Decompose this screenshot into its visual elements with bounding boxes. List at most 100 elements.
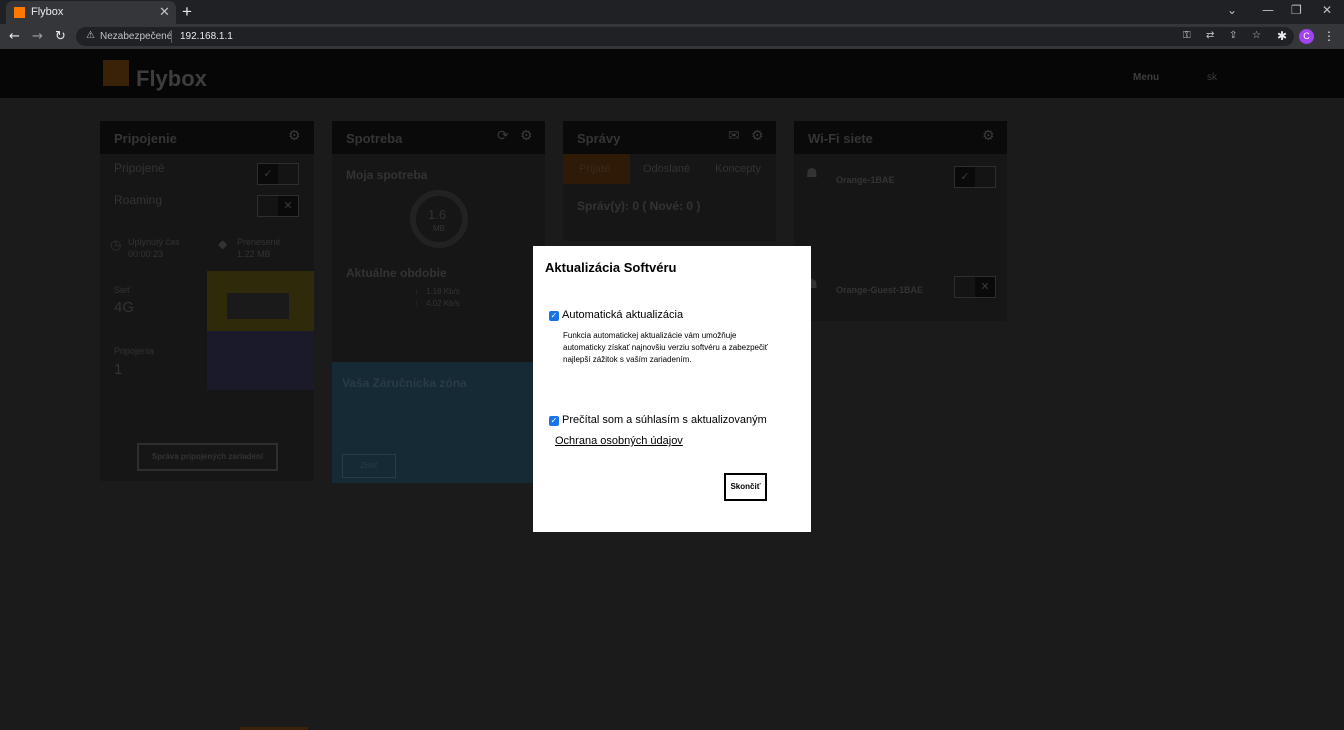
gauge-value: 1.6 [428, 207, 447, 222]
tab-drafts[interactable]: Koncepty [715, 163, 761, 175]
cross-icon: ✕ [975, 277, 995, 297]
card-header: Spotreba ⟳ ⚙ [332, 121, 545, 154]
auto-update-checkbox[interactable]: ✓ [549, 311, 559, 321]
network-label: Sieť [114, 285, 131, 295]
upload-arrow-icon: ↑ [414, 298, 419, 308]
connected-label: Pripojené [114, 161, 165, 175]
privacy-link[interactable]: Ochrana osobných údajov [555, 435, 683, 447]
wifi-1-toggle[interactable]: ✓ [954, 166, 996, 188]
check-icon: ✓ [955, 167, 975, 187]
wifi-network-1: Orange-1BAE [836, 175, 895, 185]
promo-title: Vaša Záručnícka zóna [342, 376, 467, 390]
tab-close-icon[interactable]: ✕ [159, 4, 170, 20]
menu-link[interactable]: Menu [1133, 72, 1159, 83]
wifi-users-icon: ☗ [806, 165, 818, 180]
profile-avatar[interactable]: C [1299, 29, 1314, 44]
share-icon[interactable]: ⇪ [1229, 30, 1237, 41]
my-usage-label: Moja spotreba [346, 168, 428, 182]
gear-icon[interactable]: ⚙ [520, 128, 533, 144]
roaming-toggle[interactable]: ✕ [257, 195, 299, 217]
upload-speed: 4.02 Kb/s [426, 299, 460, 308]
gear-icon[interactable]: ⚙ [751, 128, 764, 144]
key-icon[interactable]: ⚿ [1183, 30, 1191, 41]
usage-card: Spotreba ⟳ ⚙ Moja spotreba 1.6 MB Aktuál… [332, 121, 545, 483]
messages-count: Správ(y): 0 ( Nové: 0 ) [577, 199, 701, 213]
browser-toolbar: ← → ↻ ⚠ Nezabezpečené 192.168.1.1 ⚿ ⇄ ⇪ … [0, 24, 1344, 49]
translate-icon[interactable]: ⇄ [1206, 30, 1214, 41]
card-title: Spotreba [346, 131, 403, 146]
promo-banner: Vaša Záručnícka zóna Zistiť [332, 362, 545, 483]
transfer-label: Prenesené [237, 237, 281, 247]
download-arrow-icon: ↓ [414, 286, 419, 296]
router-shape [227, 293, 289, 319]
browser-tab[interactable]: Flybox ✕ [6, 1, 176, 24]
connection-toggle[interactable]: ✓ [257, 163, 299, 185]
software-update-dialog: Aktualizácia Softvéru ✓ Automatická aktu… [533, 246, 811, 532]
finish-button[interactable]: Skončiť [724, 473, 767, 501]
reload-icon[interactable]: ↻ [55, 29, 66, 44]
card-header: Správy ✉ ⚙ [563, 121, 776, 154]
tab-search-icon[interactable]: ⌄ [1227, 3, 1237, 17]
router-image [207, 271, 314, 331]
tab-inbox[interactable]: Prijaté [563, 154, 630, 184]
new-tab-button[interactable]: + [182, 2, 192, 22]
not-secure-label[interactable]: Nezabezpečené [100, 31, 172, 42]
check-icon: ✓ [258, 164, 278, 184]
bookmark-star-icon[interactable]: ☆ [1252, 30, 1261, 41]
browser-tab-strip: Flybox ✕ + ⌄ — ❐ ✕ [0, 0, 1344, 24]
minimize-icon[interactable]: — [1262, 3, 1274, 17]
card-header: Wi-Fi siete ⚙ [794, 121, 1007, 154]
card-title: Pripojenie [114, 131, 177, 146]
restore-icon[interactable]: ❐ [1291, 3, 1302, 17]
tab-title: Flybox [31, 6, 64, 18]
devices-value: 1 [114, 361, 123, 378]
back-icon[interactable]: ← [9, 29, 20, 44]
dialog-title: Aktualizácia Softvéru [545, 260, 677, 275]
gear-icon[interactable]: ⚙ [288, 128, 301, 144]
auto-update-label[interactable]: Automatická aktualizácia [562, 309, 683, 321]
devices-label: Pripojenia [114, 346, 155, 356]
promo-button[interactable]: Zistiť [342, 454, 396, 478]
site-header: Flybox Menu sk [0, 49, 1344, 98]
brand-name: Flybox [136, 66, 207, 91]
agree-label[interactable]: Prečítal som a súhlasím s aktualizovaným [562, 414, 767, 426]
not-secure-warning-icon[interactable]: ⚠ [86, 30, 95, 41]
gear-icon[interactable]: ⚙ [982, 128, 995, 144]
close-window-icon[interactable]: ✕ [1322, 3, 1332, 17]
wifi-network-2: Orange-Guest-1BAE [836, 285, 924, 295]
auto-update-description: Funkcia automatickej aktualizácie vám um… [563, 331, 768, 364]
wifi-2-toggle[interactable]: ✕ [954, 276, 996, 298]
gauge-unit: MB [433, 224, 445, 233]
orange-favicon-icon [14, 7, 25, 18]
roaming-label: Roaming [114, 193, 163, 207]
browser-menu-icon[interactable]: ⋮ [1323, 29, 1335, 43]
manage-devices-button[interactable]: Správa pripojených zariadení [137, 443, 278, 471]
wifi-card: Wi-Fi siete ⚙ ☗ Orange-1BAE ✓ ☗ Orange-G… [794, 121, 1007, 321]
forward-icon[interactable]: → [32, 29, 43, 44]
clock-icon: ◷ [110, 237, 122, 252]
url-divider [171, 30, 172, 43]
language-selector[interactable]: sk [1207, 72, 1217, 83]
orange-logo [103, 60, 129, 86]
url-text[interactable]: 192.168.1.1 [180, 31, 233, 42]
elapsed-time-value: 00:00:23 [128, 249, 164, 259]
cross-icon: ✕ [278, 196, 298, 216]
transfer-value: 1.22 MB [237, 249, 271, 259]
download-speed: 1.18 Kb/s [426, 287, 460, 296]
elapsed-time-label: Uplynutý čas [128, 237, 180, 247]
agree-checkbox[interactable]: ✓ [549, 416, 559, 426]
tab-sent[interactable]: Odoslané [643, 163, 690, 175]
period-label: Aktuálne obdobie [346, 266, 447, 280]
connection-card: Pripojenie ⚙ Pripojené ✓ Roaming ✕ ◷ Upl… [100, 121, 314, 481]
extensions-puzzle-icon[interactable]: ✱ [1277, 29, 1287, 43]
transfer-icon: ◆ [218, 237, 228, 251]
card-header: Pripojenie ⚙ [100, 121, 314, 154]
devices-image [207, 331, 314, 390]
new-message-icon[interactable]: ✉ [728, 128, 740, 144]
card-title: Wi-Fi siete [808, 131, 873, 146]
card-title: Správy [577, 131, 621, 146]
messages-card: Správy ✉ ⚙ Prijaté Odoslané Koncepty Spr… [563, 121, 776, 241]
address-bar[interactable]: ⚠ Nezabezpečené 192.168.1.1 ⚿ ⇄ ⇪ ☆ [76, 27, 1294, 46]
tab-label: Prijaté [579, 163, 611, 175]
refresh-icon[interactable]: ⟳ [497, 128, 509, 144]
